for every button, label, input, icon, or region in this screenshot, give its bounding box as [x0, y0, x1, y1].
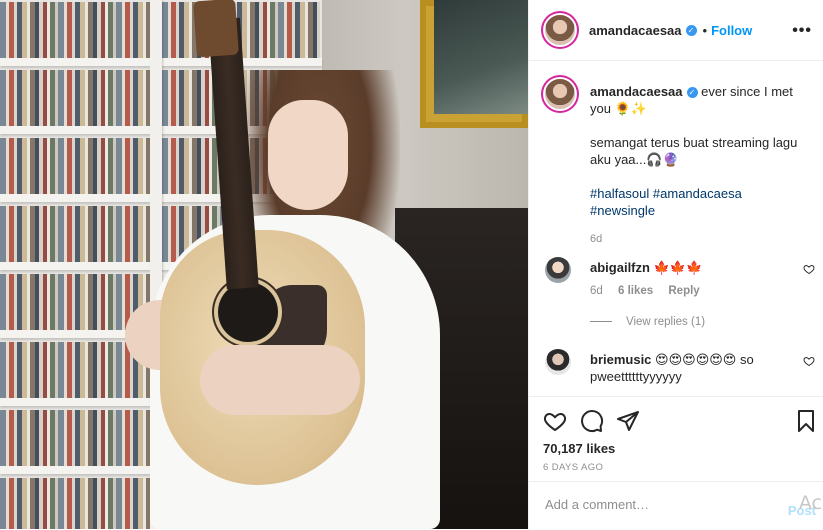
comment-input[interactable] [543, 496, 777, 513]
hashtag-newsingle[interactable]: #newsingle [590, 203, 655, 218]
follow-button[interactable]: Follow [711, 23, 752, 38]
comments-list[interactable]: amandacaesaa ✓ ever since I met you 🌻✨ se… [529, 61, 823, 395]
comment-avatar[interactable] [545, 257, 571, 283]
likes-count[interactable]: 70,187 likes [543, 441, 615, 456]
comment-bubble-icon[interactable] [580, 409, 604, 433]
caption-username[interactable]: amandacaesaa [590, 84, 683, 99]
like-comment-heart-icon[interactable] [803, 263, 815, 275]
post-photo[interactable] [0, 0, 528, 529]
post-header: amandacaesaa ✓ • Follow ••• [529, 0, 823, 61]
share-paper-plane-icon[interactable] [616, 409, 640, 433]
caption-line2: semangat terus buat streaming lagu aku y… [590, 135, 798, 167]
more-options-icon[interactable]: ••• [792, 22, 812, 40]
view-replies-label: View replies (1) [626, 316, 706, 328]
comment-text: abigailfzn 🍁🍁🍁 [590, 259, 790, 276]
save-bookmark-icon[interactable] [794, 409, 818, 433]
separator-dot: • [702, 22, 708, 38]
view-replies-line [590, 321, 612, 323]
caption-time[interactable]: 6d [590, 231, 815, 248]
comment-meta: 6d 6 likes Reply [590, 285, 712, 297]
photo-guitar-headstock [193, 0, 239, 58]
photo-hands [200, 345, 360, 415]
comment-username[interactable]: abigailfzn [590, 260, 650, 275]
comment-body: 🍁🍁🍁 [653, 260, 703, 275]
author-username[interactable]: amandacaesaa [589, 23, 682, 38]
post-actions: 70,187 likes 6 DAYS AGO [529, 396, 823, 481]
photo-face [268, 100, 348, 210]
like-comment-heart-icon[interactable] [803, 355, 815, 367]
caption-avatar[interactable] [545, 79, 575, 109]
photo-painting-frame [420, 0, 528, 128]
hashtag-halfasoul[interactable]: #halfasoul [590, 186, 649, 201]
comment-likes[interactable]: 6 likes [618, 285, 653, 297]
verified-badge-icon: ✓ [685, 24, 697, 36]
author-avatar[interactable] [545, 15, 575, 45]
caption-text: amandacaesaa ✓ ever since I met you 🌻✨ se… [590, 83, 815, 248]
verified-badge-icon: ✓ [686, 87, 698, 98]
comment-username[interactable]: briemusic [590, 352, 651, 367]
like-heart-icon[interactable] [543, 409, 567, 433]
hashtag-amandacaesa[interactable]: #amandacaesa [653, 186, 742, 201]
comment-composer: Post Ac [529, 481, 823, 530]
comment-time[interactable]: 6d [590, 285, 603, 297]
post-sidebar: amandacaesaa ✓ • Follow ••• amandacaesaa… [528, 0, 823, 529]
post-timestamp[interactable]: 6 DAYS AGO [543, 462, 603, 473]
photo-guitar-soundhole [218, 282, 278, 342]
comment-avatar[interactable] [545, 349, 571, 375]
reply-button[interactable]: Reply [668, 285, 699, 297]
activation-watermark: Ac [798, 492, 822, 514]
comment-text: briemusic 😍😍😍😍😍😍 so pweettttttyyyyyy [590, 351, 790, 385]
view-replies-button[interactable]: View replies (1) [590, 316, 705, 328]
